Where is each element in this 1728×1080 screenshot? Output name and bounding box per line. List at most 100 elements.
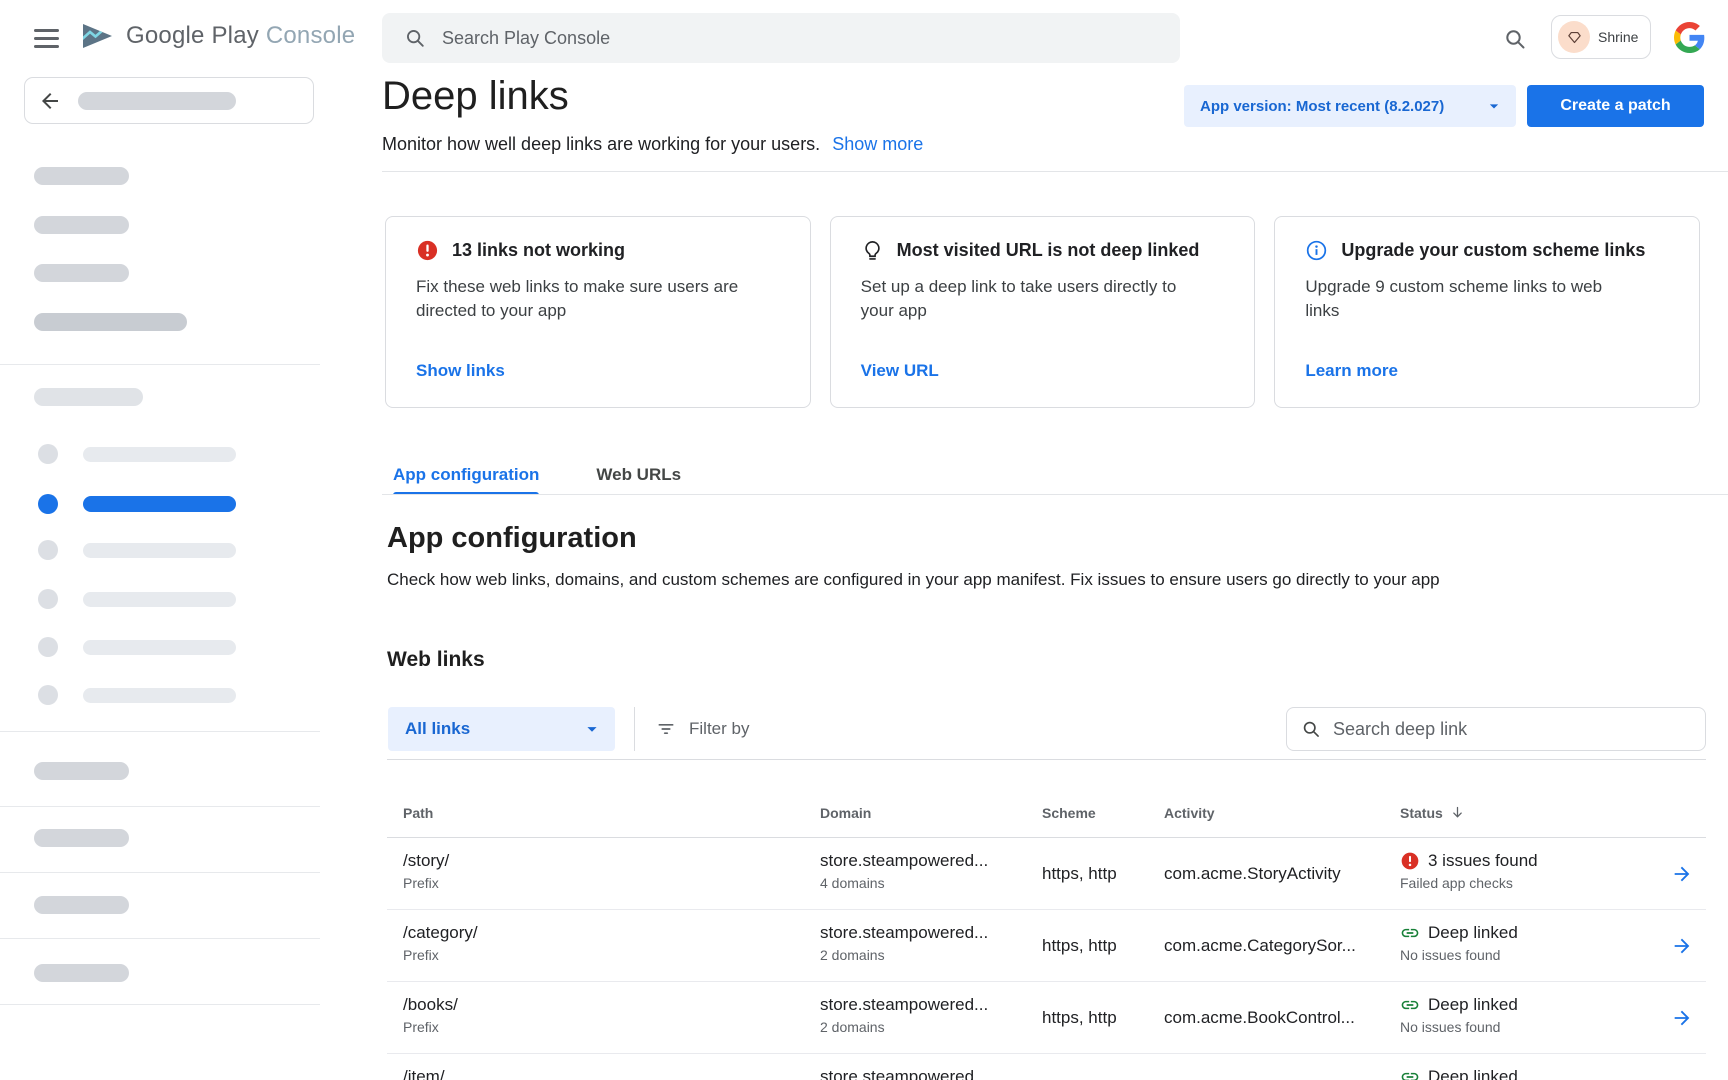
column-header-path: Path	[387, 805, 820, 821]
path-value: /category/	[403, 923, 820, 943]
domain-value: store.steampowered...	[820, 923, 1042, 943]
tab-app-configuration[interactable]: App configuration	[393, 455, 539, 495]
insight-cards: 13 links not working Fix these web links…	[385, 216, 1700, 408]
table-row[interactable]: /story/Prefix store.steampowered...4 dom…	[387, 838, 1706, 910]
search-icon	[404, 27, 426, 49]
deep-linked-icon	[1400, 923, 1420, 943]
table-header-row: Path Domain Scheme Activity Status	[387, 788, 1706, 838]
path-type: Prefix	[403, 1019, 820, 1035]
column-header-scheme: Scheme	[1042, 805, 1164, 821]
search-icon	[1301, 719, 1321, 739]
skeleton-bar	[83, 496, 236, 512]
filter-by-button[interactable]: Filter by	[656, 707, 749, 751]
domain-value: store.steampowered...	[820, 851, 1042, 871]
sidebar-item-skeleton[interactable]	[38, 589, 236, 609]
diamond-icon	[1566, 29, 1583, 46]
skeleton-bar	[83, 592, 236, 607]
tab-bar: App configuration Web URLs	[393, 455, 681, 495]
card-title: 13 links not working	[452, 240, 625, 261]
section-title: App configuration	[387, 522, 637, 555]
play-console-logo[interactable]: Google Play Console	[80, 22, 355, 50]
view-url-link[interactable]: View URL	[861, 361, 939, 381]
skeleton-bar	[83, 640, 236, 655]
skeleton-bar	[34, 264, 129, 282]
domain-value: store.steampowered...	[820, 1067, 1042, 1080]
filter-by-label: Filter by	[689, 719, 749, 739]
deep-link-search[interactable]	[1286, 707, 1706, 751]
sidebar-item-skeleton[interactable]	[38, 444, 236, 464]
sidebar-divider	[0, 731, 320, 732]
console-search-input[interactable]	[442, 28, 1180, 49]
skeleton-bar	[34, 896, 129, 914]
app-version-dropdown[interactable]: App version: Most recent (8.2.027)	[1184, 85, 1516, 127]
card-title: Upgrade your custom scheme links	[1341, 240, 1645, 261]
global-search-icon[interactable]	[1500, 25, 1530, 55]
skeleton-bar	[83, 447, 236, 462]
back-arrow-icon	[38, 89, 62, 113]
scheme-value	[1042, 1054, 1164, 1080]
status-detail: No issues found	[1400, 1019, 1658, 1035]
card-body: Set up a deep link to take users directl…	[861, 275, 1193, 323]
skeleton-bar	[34, 167, 129, 185]
card-most-visited-url: Most visited URL is not deep linked Set …	[830, 216, 1256, 408]
logo-text-secondary: Console	[266, 22, 355, 49]
card-body: Fix these web links to make sure users a…	[416, 275, 748, 323]
open-row-arrow-icon[interactable]	[1665, 929, 1699, 963]
sidebar-item-skeleton[interactable]	[38, 685, 236, 705]
tab-web-urls[interactable]: Web URLs	[596, 455, 681, 495]
menu-icon[interactable]	[34, 29, 62, 48]
create-patch-button[interactable]: Create a patch	[1527, 85, 1704, 127]
open-row-arrow-icon[interactable]	[1665, 857, 1699, 891]
learn-more-link[interactable]: Learn more	[1305, 361, 1398, 381]
open-row-arrow-icon[interactable]	[1665, 1073, 1699, 1080]
column-header-status-sort[interactable]: Status	[1400, 804, 1658, 821]
header-divider	[382, 171, 1728, 172]
status-cell: Deep linked	[1400, 1054, 1658, 1080]
lightbulb-icon	[861, 239, 884, 262]
sidebar-item-skeleton[interactable]	[38, 540, 236, 560]
toolbar-divider	[634, 707, 635, 751]
domain-count: 4 domains	[820, 875, 1042, 891]
info-icon	[1305, 239, 1328, 262]
show-links-link[interactable]: Show links	[416, 361, 505, 381]
sidebar-item-skeleton[interactable]	[38, 637, 236, 657]
path-type: Prefix	[403, 875, 820, 891]
console-search[interactable]	[382, 13, 1180, 63]
open-row-arrow-icon[interactable]	[1665, 1001, 1699, 1035]
chevron-down-icon	[1484, 96, 1504, 116]
status-detail: No issues found	[1400, 947, 1658, 963]
card-body: Upgrade 9 custom scheme links to web lin…	[1305, 275, 1637, 323]
deep-linked-icon	[1400, 995, 1420, 1015]
tab-label: Web URLs	[596, 465, 681, 485]
path-type: Prefix	[403, 947, 820, 963]
status-cell: Deep linked No issues found	[1400, 910, 1658, 981]
column-header-activity: Activity	[1164, 805, 1400, 821]
sidebar: Google Play Console	[0, 0, 320, 1080]
status-detail: Failed app checks	[1400, 875, 1658, 891]
page-title: Deep links	[382, 74, 569, 119]
app-switcher-chip[interactable]: Shrine	[1551, 15, 1651, 59]
skeleton-bar	[83, 543, 236, 558]
nav-dot-icon	[38, 685, 58, 705]
back-navigation[interactable]	[24, 77, 314, 124]
sidebar-divider	[0, 806, 320, 807]
path-value: /item/	[403, 1067, 820, 1080]
table-row[interactable]: /books/Prefix store.steampowered...2 dom…	[387, 982, 1706, 1054]
deep-link-search-input[interactable]	[1333, 719, 1705, 740]
google-logo-icon[interactable]	[1674, 22, 1705, 53]
status-value: Deep linked	[1428, 995, 1518, 1015]
activity-value: com.acme.BookControl...	[1164, 982, 1400, 1053]
table-row[interactable]: /item/ store.steampowered... Deep linked	[387, 1054, 1706, 1080]
show-more-link[interactable]: Show more	[832, 134, 923, 154]
status-value: 3 issues found	[1428, 851, 1538, 871]
sidebar-divider	[0, 872, 320, 873]
table-toolbar: All links Filter by	[387, 702, 1706, 760]
nav-dot-icon	[38, 637, 58, 657]
sidebar-item-selected[interactable]	[38, 494, 236, 514]
links-filter-dropdown[interactable]: All links	[388, 707, 615, 751]
web-links-table: Path Domain Scheme Activity Status /stor…	[387, 788, 1706, 1080]
skeleton-bar	[34, 313, 187, 331]
app-name: Shrine	[1598, 29, 1638, 45]
table-row[interactable]: /category/Prefix store.steampowered...2 …	[387, 910, 1706, 982]
play-console-deep-links-page: Google Play Console	[0, 0, 1728, 1080]
